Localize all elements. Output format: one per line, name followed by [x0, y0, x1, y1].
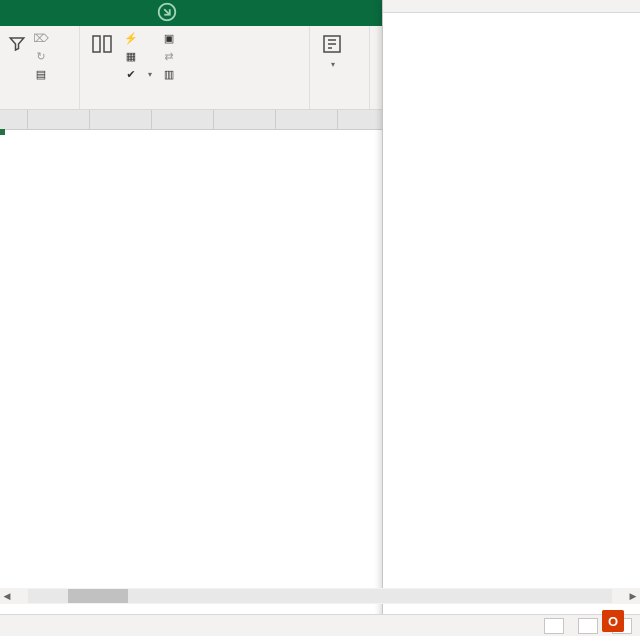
validation-icon: ✔: [124, 67, 138, 81]
whatif-icon: [320, 32, 344, 56]
relations-icon: ⇄: [162, 49, 176, 63]
col-header: [90, 110, 152, 129]
status-bar-context-menu: [382, 0, 640, 636]
split-icon: [90, 32, 114, 56]
group-label: [318, 105, 361, 107]
data-model-button[interactable]: ▥: [160, 66, 182, 82]
relationships-button[interactable]: ⇄: [160, 48, 182, 64]
clear-icon: ⌦: [34, 31, 48, 45]
col-header: [28, 110, 90, 129]
scroll-left-icon[interactable]: ◀: [0, 591, 14, 602]
reapply-icon: ↻: [34, 49, 48, 63]
funnel-icon: [5, 32, 29, 56]
group-label: [8, 105, 71, 107]
horizontal-scrollbar[interactable]: ◀ ▶: [0, 588, 640, 604]
data-validation-button[interactable]: ✔: [122, 66, 154, 82]
share-icon: [156, 1, 178, 26]
dedup-icon: ▦: [124, 49, 138, 63]
menu-title: [383, 0, 640, 13]
text-to-columns-button[interactable]: [88, 30, 116, 60]
filter-button[interactable]: [8, 30, 26, 58]
flash-fill-button[interactable]: ⚡: [122, 30, 154, 46]
watermark: O: [602, 610, 632, 632]
office-logo-icon: O: [602, 610, 624, 632]
col-header: [276, 110, 338, 129]
ribbon-group-sortfilter: ⌦ ↻ ▤: [0, 26, 80, 109]
ribbon-group-datatools: ⚡ ▦ ✔ ▣ ⇄ ▥: [80, 26, 310, 109]
reapply-button[interactable]: ↻: [32, 48, 54, 64]
flash-icon: ⚡: [124, 31, 138, 45]
whatif-button[interactable]: [318, 30, 346, 71]
selection-marquee: [0, 130, 4, 134]
datamodel-icon: ▥: [162, 67, 176, 81]
consolidate-icon: ▣: [162, 31, 176, 45]
col-header: [152, 110, 214, 129]
scroll-right-icon[interactable]: ▶: [626, 591, 640, 602]
ribbon-group-forecast: [310, 26, 370, 109]
group-label: [88, 105, 301, 107]
advanced-button[interactable]: ▤: [32, 66, 54, 82]
view-layout-icon[interactable]: [578, 618, 598, 634]
scroll-thumb[interactable]: [68, 589, 128, 603]
advanced-icon: ▤: [34, 67, 48, 81]
remove-duplicates-button[interactable]: ▦: [122, 48, 154, 64]
status-bar: [0, 614, 640, 636]
consolidate-button[interactable]: ▣: [160, 30, 182, 46]
view-normal-icon[interactable]: [544, 618, 564, 634]
clear-button[interactable]: ⌦: [32, 30, 54, 46]
col-header: [214, 110, 276, 129]
